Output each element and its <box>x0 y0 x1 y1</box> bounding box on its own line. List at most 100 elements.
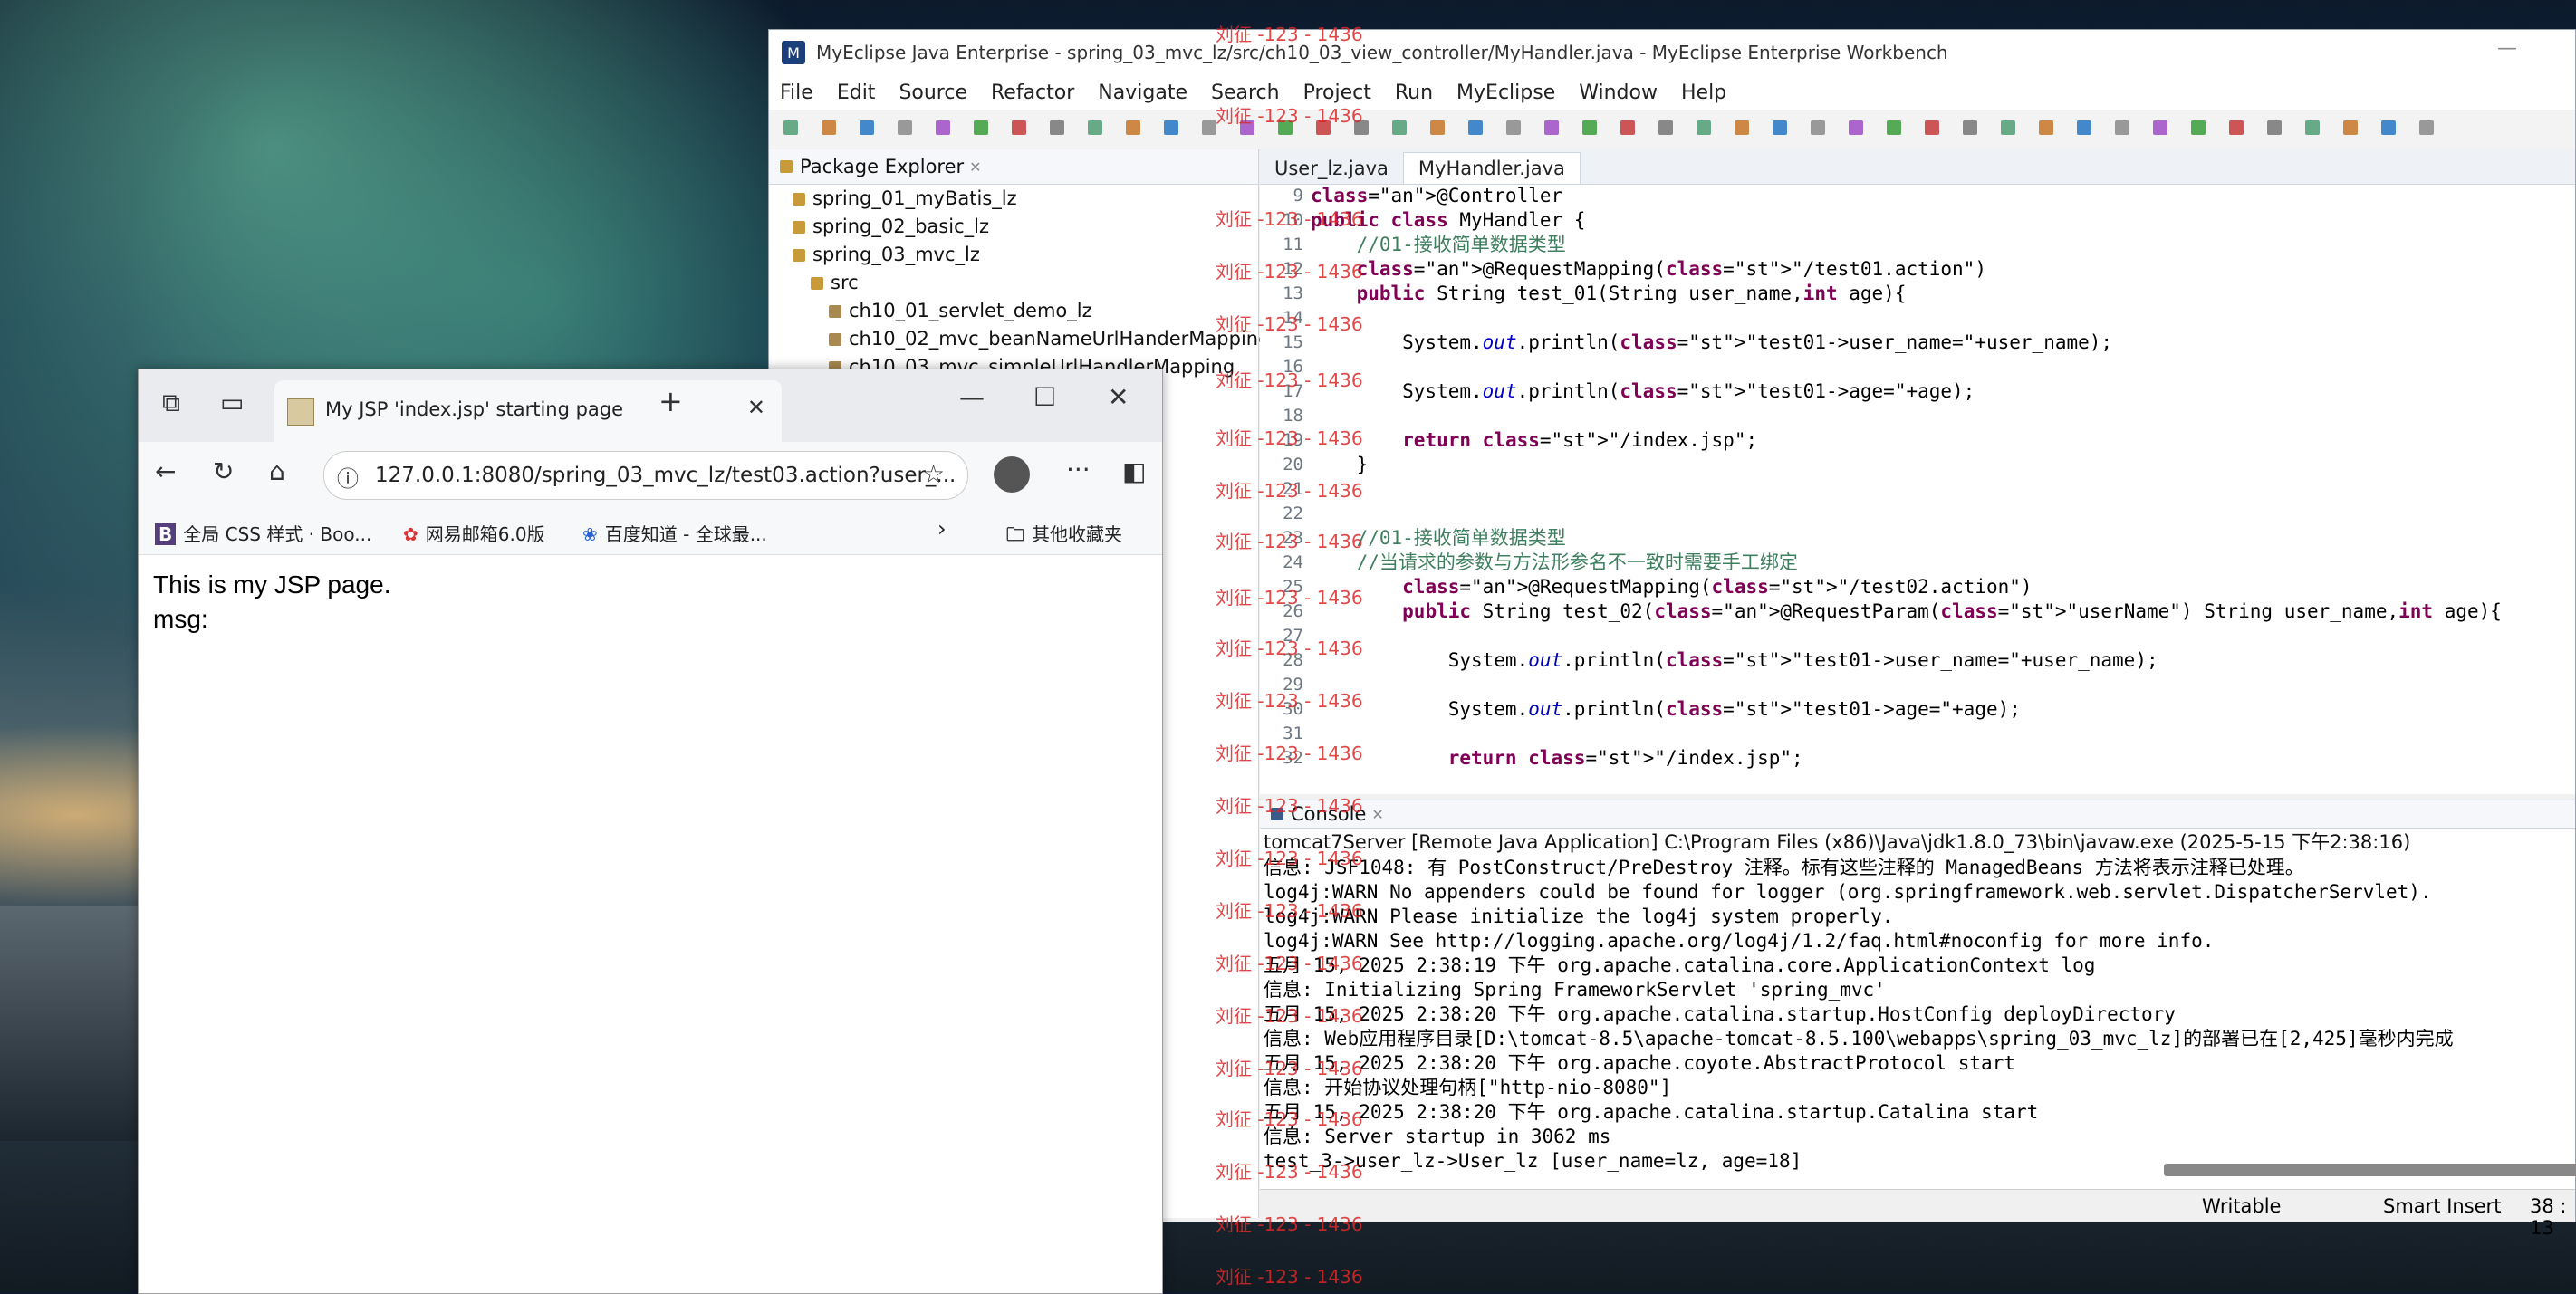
site-info-icon[interactable]: ⓘ <box>337 461 359 493</box>
menu-item[interactable]: Navigate <box>1098 81 1187 104</box>
editor-tab[interactable]: MyHandler.java <box>1402 152 1581 184</box>
tree-item[interactable]: spring_02_basic_lz <box>769 213 1258 241</box>
menu-item[interactable]: MyEclipse <box>1456 81 1555 104</box>
toolbar-button-icon[interactable] <box>1811 120 1825 135</box>
maximize-icon[interactable]: ☐ <box>1033 382 1056 412</box>
toolbar-button-icon[interactable] <box>2419 120 2434 135</box>
home-icon[interactable]: ⌂ <box>269 456 285 486</box>
toolbar-button-icon[interactable] <box>898 120 912 135</box>
tab-actions-icon[interactable]: ▭ <box>220 388 244 417</box>
minimize-icon[interactable]: — <box>959 382 985 412</box>
favorite-star-icon[interactable]: ☆ <box>922 459 945 489</box>
toolbar-button-icon[interactable] <box>1506 120 1521 135</box>
toolbar-button-icon[interactable] <box>1050 120 1064 135</box>
page-line: This is my JSP page. <box>153 570 391 599</box>
menu-item[interactable]: Refactor <box>991 81 1074 104</box>
code-line: 28 System.out.println(class="st">"test01… <box>1260 648 2575 673</box>
toolbar-button-icon[interactable] <box>1658 120 1673 135</box>
editor-tab[interactable]: User_lz.java <box>1260 153 1403 184</box>
toolbar-button-icon[interactable] <box>1088 120 1102 135</box>
favorite-item[interactable]: ❀ 百度知道 - 全球最... <box>582 520 767 546</box>
code-area[interactable]: 9 class="an">@Controller 10 public class My… <box>1260 184 2575 776</box>
toolbar-button-icon[interactable] <box>1544 120 1559 135</box>
menu-item[interactable]: File <box>780 81 813 104</box>
toolbar-button-icon[interactable] <box>2229 120 2244 135</box>
toolbar-button-icon[interactable] <box>2267 120 2282 135</box>
close-icon[interactable]: ✕ <box>969 158 981 176</box>
favorites-bar: B 全局 CSS 样式 · Boo... ✿ 网易邮箱6.0版 ❀ 百度知道 - 全球… <box>139 507 1162 555</box>
toolbar-button-icon[interactable] <box>936 120 950 135</box>
line-number: 13 <box>1283 283 1303 303</box>
toolbar-button-icon[interactable] <box>860 120 874 135</box>
toolbar-button-icon[interactable] <box>2115 120 2129 135</box>
toolbar-button-icon[interactable] <box>1697 120 1711 135</box>
workspaces-icon[interactable]: ⧉ <box>162 388 180 418</box>
menu-item[interactable]: Help <box>1681 81 1726 104</box>
toolbar-button-icon[interactable] <box>1735 120 1749 135</box>
toolbar-button-icon[interactable] <box>2077 120 2091 135</box>
address-bar[interactable]: ⓘ 127.0.0.1:8080/spring_03_mvc_lz/test03… <box>323 451 968 500</box>
tree-item[interactable]: src <box>769 269 1258 297</box>
toolbar-button-icon[interactable] <box>974 120 988 135</box>
menu-item[interactable]: Run <box>1395 81 1433 104</box>
menu-item[interactable]: Project <box>1303 81 1371 104</box>
toolbar-button-icon[interactable] <box>822 120 836 135</box>
project-icon <box>793 193 805 206</box>
toolbar-button-icon[interactable] <box>1012 120 1026 135</box>
tree-item[interactable]: ch10_01_servlet_demo_lz <box>769 297 1258 325</box>
minimize-icon[interactable]: — <box>2497 37 2517 60</box>
console-output[interactable]: 信息: JSF1048: 有 PostConstruct/PreDestroy … <box>1260 856 2575 1174</box>
package-explorer-tab[interactable]: Package Explorer ✕ <box>769 149 1258 185</box>
tree-item[interactable]: spring_01_myBatis_lz <box>769 185 1258 213</box>
toolbar-button-icon[interactable] <box>1925 120 1939 135</box>
toolbar-button-icon[interactable] <box>1887 120 1901 135</box>
menu-item[interactable]: Source <box>899 81 967 104</box>
toolbar-button-icon[interactable] <box>1849 120 1863 135</box>
back-icon[interactable]: ← <box>155 456 176 486</box>
toolbar-button-icon[interactable] <box>1392 120 1407 135</box>
toolbar-button-icon[interactable] <box>2001 120 2015 135</box>
favorite-item[interactable]: B 全局 CSS 样式 · Boo... <box>155 520 371 546</box>
console-line: 信息: JSF1048: 有 PostConstruct/PreDestroy … <box>1264 857 2304 878</box>
other-favorites[interactable]: 🗀 其他收藏夹 <box>1006 520 1122 552</box>
code-text: return class="st">"/index.jsp"; <box>1402 429 1758 451</box>
new-tab-icon[interactable]: + <box>658 384 683 418</box>
toolbar-button-icon[interactable] <box>2039 120 2053 135</box>
toolbar-button-icon[interactable] <box>1202 120 1216 135</box>
toolbar-button-icon[interactable] <box>1468 120 1483 135</box>
toolbar-button-icon[interactable] <box>1963 120 1977 135</box>
toolbar-button-icon[interactable] <box>2343 120 2358 135</box>
close-icon[interactable]: ✕ <box>1371 806 1383 823</box>
favorite-item[interactable]: ✿ 网易邮箱6.0版 <box>403 520 545 546</box>
chevron-right-icon[interactable]: › <box>937 516 947 542</box>
toolbar-button-icon[interactable] <box>1126 120 1140 135</box>
menu-item[interactable]: Search <box>1211 81 1280 104</box>
toolbar-button-icon[interactable] <box>2191 120 2206 135</box>
profile-avatar[interactable] <box>994 456 1030 493</box>
refresh-icon[interactable]: ↻ <box>213 456 234 486</box>
watermark-text: 刘征 -123 - 1436 <box>1216 1058 1363 1079</box>
browser-tab[interactable]: My JSP 'index.jsp' starting page ✕ <box>274 380 782 442</box>
toolbar-button-icon[interactable] <box>1430 120 1445 135</box>
menu-item[interactable]: Edit <box>837 81 876 104</box>
tree-item[interactable]: spring_03_mvc_lz <box>769 241 1258 269</box>
toolbar-button-icon[interactable] <box>1582 120 1597 135</box>
code-text: public String test_01(String user_name,i… <box>1356 283 1907 304</box>
toolbar-button-icon[interactable] <box>1773 120 1787 135</box>
watermark-text: 刘征 -123 - 1436 <box>1216 1213 1363 1235</box>
console-tab[interactable]: Console ✕ <box>1260 800 2575 829</box>
toolbar-button-icon[interactable] <box>1164 120 1178 135</box>
close-window-icon[interactable]: ✕ <box>1108 382 1129 412</box>
console-horizontal-scrollbar[interactable] <box>2164 1164 2576 1176</box>
more-menu-icon[interactable]: ··· <box>1066 455 1091 484</box>
toolbar-button-icon[interactable] <box>2381 120 2396 135</box>
sidebar-toggle-icon[interactable]: ◧ <box>1122 456 1146 486</box>
code-line: 10 public class MyHandler { <box>1260 208 2575 233</box>
tree-item[interactable]: ch10_02_mvc_beanNameUrlHanderMapping <box>769 325 1270 353</box>
toolbar-button-icon[interactable] <box>2153 120 2167 135</box>
toolbar-button-icon[interactable] <box>783 120 798 135</box>
toolbar-button-icon[interactable] <box>1620 120 1635 135</box>
toolbar-button-icon[interactable] <box>2305 120 2320 135</box>
close-tab-icon[interactable]: ✕ <box>747 395 765 420</box>
menu-item[interactable]: Window <box>1579 81 1658 104</box>
